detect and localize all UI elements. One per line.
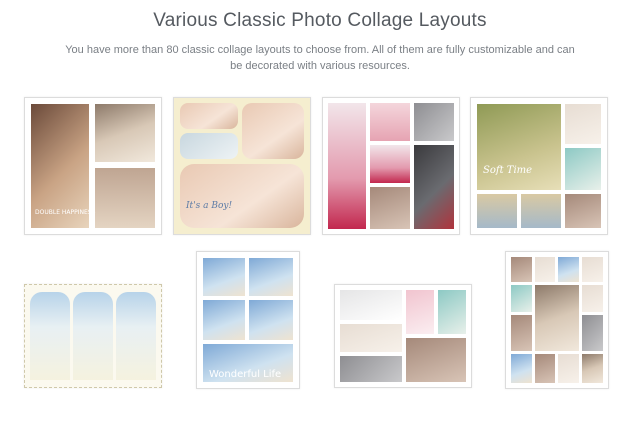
collage-layout-wedding[interactable]: DOUBLE HAPPINESS bbox=[24, 97, 162, 235]
photo-beach-3 bbox=[565, 194, 601, 228]
collage-layout-dog[interactable] bbox=[24, 284, 162, 388]
photo-garden bbox=[565, 148, 601, 190]
page-title: Various Classic Photo Collage Layouts bbox=[153, 10, 487, 31]
photo-m4 bbox=[582, 257, 603, 282]
photo-plate bbox=[414, 103, 454, 141]
photo-m7 bbox=[582, 285, 603, 312]
wedding-caption: DOUBLE HAPPINESS bbox=[35, 209, 96, 216]
photo-shelf bbox=[565, 104, 601, 144]
photo-friends bbox=[370, 187, 410, 229]
photo-donuts bbox=[406, 290, 434, 334]
photo-m5 bbox=[511, 285, 532, 312]
collage-layout-food[interactable] bbox=[322, 97, 460, 235]
photo-m11 bbox=[535, 354, 555, 383]
collage-layout-wonderful-life[interactable]: Wonderful Life bbox=[196, 251, 300, 389]
collage-layout-summer[interactable]: Soft Time bbox=[470, 97, 608, 235]
collage-layout-baby[interactable]: It's a Boy! bbox=[173, 97, 311, 235]
photo-m9 bbox=[582, 315, 603, 351]
photo-berries bbox=[414, 145, 454, 229]
collage-layout-lifestyle[interactable] bbox=[334, 284, 472, 388]
photo-baby-1 bbox=[180, 103, 238, 129]
photo-lying-girl bbox=[477, 104, 561, 190]
photo-m6 bbox=[535, 285, 579, 351]
photo-m10 bbox=[511, 354, 532, 383]
photo-m13 bbox=[582, 354, 603, 383]
photo-friends-2 bbox=[340, 324, 402, 352]
photo-beach-1 bbox=[477, 194, 517, 228]
photo-street bbox=[340, 356, 402, 382]
wonderful-life-caption: Wonderful Life bbox=[209, 369, 282, 380]
photo-dog-3 bbox=[116, 292, 156, 380]
photo-couple-2 bbox=[406, 338, 466, 382]
photo-girl-3 bbox=[203, 300, 245, 340]
photo-pink-drink bbox=[370, 103, 410, 141]
photo-m3 bbox=[558, 257, 579, 282]
photo-cakes bbox=[370, 145, 410, 183]
photo-m1 bbox=[511, 257, 532, 282]
photo-dog-2 bbox=[73, 292, 113, 380]
photo-bird bbox=[340, 290, 402, 320]
page-subtitle: You have more than 80 classic collage la… bbox=[65, 44, 575, 72]
its-a-boy-caption: It's a Boy! bbox=[186, 201, 233, 211]
photo-bride bbox=[95, 104, 155, 162]
photo-cupcake bbox=[328, 103, 366, 229]
soft-time-caption: Soft Time bbox=[483, 165, 533, 176]
photo-shoes bbox=[95, 168, 155, 228]
photo-m2 bbox=[535, 257, 555, 282]
photo-dog-1 bbox=[30, 292, 70, 380]
photo-girl-1 bbox=[203, 258, 245, 296]
photo-girl-2 bbox=[249, 258, 293, 296]
photo-baby-2 bbox=[180, 133, 238, 159]
photo-baby-4 bbox=[180, 164, 304, 228]
photo-icecream bbox=[438, 290, 466, 334]
photo-girl-4 bbox=[249, 300, 293, 340]
photo-beach-2 bbox=[521, 194, 561, 228]
collage-layout-mosaic[interactable] bbox=[505, 251, 609, 389]
photo-m12 bbox=[558, 354, 579, 383]
photo-m8 bbox=[511, 315, 532, 351]
photo-baby-3 bbox=[242, 103, 304, 159]
